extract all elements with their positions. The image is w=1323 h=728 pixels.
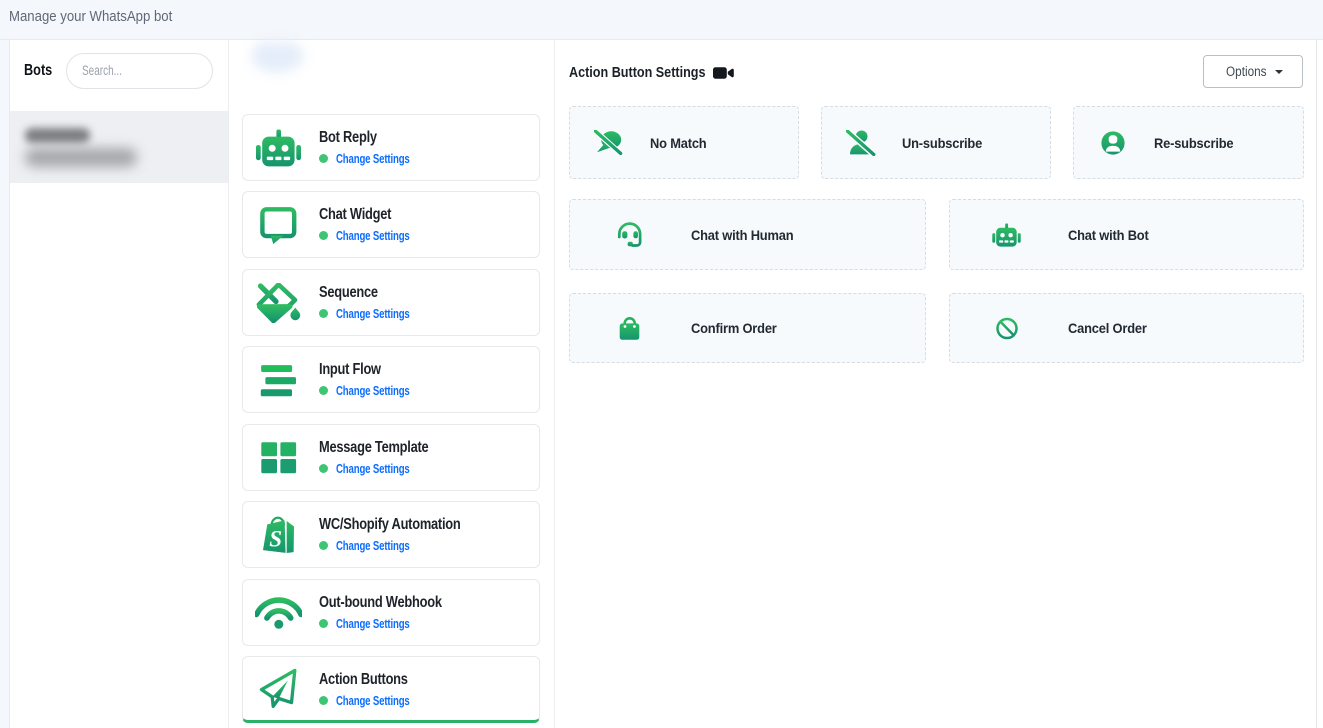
svg-text:S: S: [269, 526, 282, 551]
